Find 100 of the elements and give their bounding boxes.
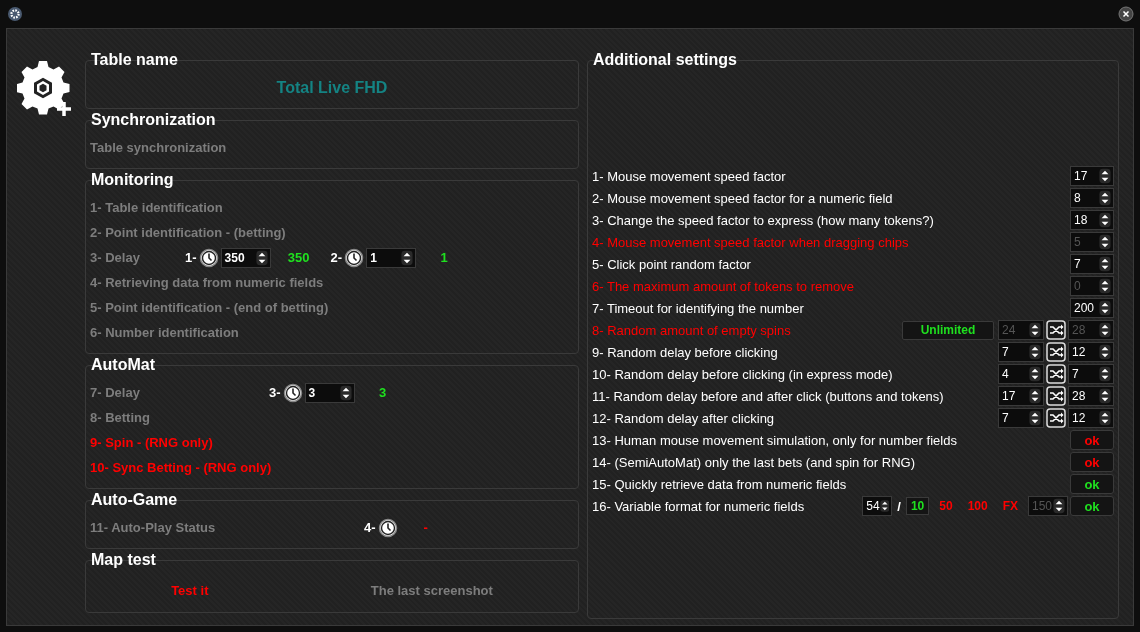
option-label: 9- Spin - (RNG only) xyxy=(90,435,214,450)
option-label: 11- Auto-Play Status xyxy=(90,520,217,535)
option-label: 10- Sync Betting - (RNG only) xyxy=(90,460,272,475)
spin-arrows-icon[interactable] xyxy=(1099,366,1111,382)
format-option[interactable]: 10 xyxy=(905,497,930,515)
option-label: 4- Retrieving data from numeric fields xyxy=(90,275,324,290)
setting-label: 3- Change the speed factor to express (how many tokens?) xyxy=(592,212,935,228)
delay-spinner[interactable]: 350 xyxy=(220,247,271,268)
setting-label: 7- Timeout for identifying the number xyxy=(592,300,805,316)
number-spinner[interactable]: 12 xyxy=(1068,342,1114,362)
number-spinner[interactable]: 17 xyxy=(998,386,1044,406)
number-spinner[interactable]: 7 xyxy=(1070,254,1114,274)
group-title: AutoMat xyxy=(91,356,155,374)
shuffle-icon[interactable] xyxy=(1046,342,1066,362)
format-option[interactable]: 100 xyxy=(962,497,993,515)
spin-arrows-icon[interactable] xyxy=(879,498,890,514)
delay-reading: - xyxy=(422,520,429,535)
number-spinner[interactable]: 54 xyxy=(862,496,893,516)
ok-button[interactable]: ok xyxy=(1070,496,1114,516)
setting-label: 16- Variable format for numeric fields xyxy=(592,498,806,514)
spin-arrows-icon[interactable] xyxy=(339,384,352,401)
shuffle-icon[interactable] xyxy=(1046,364,1066,384)
option-label: 5- Point identification - (end of betting) xyxy=(90,300,329,315)
timer-number: 1- xyxy=(185,250,197,265)
delay-spinner[interactable]: 1 xyxy=(366,247,417,268)
spin-arrows-icon[interactable] xyxy=(1099,300,1111,316)
spin-arrows-icon[interactable] xyxy=(1099,190,1111,206)
setting-label: 2- Mouse movement speed factor for a numeric field xyxy=(592,190,894,206)
number-spinner[interactable]: 18 xyxy=(1070,210,1114,230)
number-spinner[interactable]: 200 xyxy=(1070,298,1114,318)
clock-icon xyxy=(344,247,365,268)
spin-arrows-icon[interactable] xyxy=(1099,168,1111,184)
group-title: Auto-Game xyxy=(91,491,178,509)
setting-label: 1- Mouse movement speed factor xyxy=(592,168,787,184)
spin-arrows-icon[interactable] xyxy=(401,249,414,266)
shuffle-icon[interactable] xyxy=(1046,386,1066,406)
timer-number: 2- xyxy=(330,250,343,265)
spin-arrows-icon[interactable] xyxy=(1099,256,1111,272)
spin-arrows-icon[interactable] xyxy=(1099,410,1111,426)
setting-label: 14- (SemiAutoMat) only the last bets (and spin for RNG) xyxy=(592,454,916,470)
ok-button[interactable]: ok xyxy=(1070,452,1114,472)
ok-button[interactable]: ok xyxy=(1070,474,1114,494)
setting-label: 10- Random delay before clicking (in express mode) xyxy=(592,366,894,382)
setting-label: 13- Human mouse movement simulation, only for number fields xyxy=(592,432,958,448)
setting-label: 11- Random delay before and after click (buttons and tokens) xyxy=(592,388,945,404)
spin-arrows-icon[interactable] xyxy=(1099,388,1111,404)
delay-reading: 1 xyxy=(439,250,449,265)
close-icon[interactable] xyxy=(1118,6,1134,22)
option-label: 2- Point identification - (betting) xyxy=(90,225,286,240)
table-name-text: Total Live FHD xyxy=(276,78,388,97)
separator-text: / xyxy=(897,498,901,514)
option-label: 1- Table identification xyxy=(90,200,223,215)
number-spinner[interactable]: 28 xyxy=(1068,386,1114,406)
spin-arrows-icon[interactable] xyxy=(1029,366,1041,382)
number-spinner[interactable]: 7 xyxy=(1068,364,1114,384)
setting-label: 5- Click point random factor xyxy=(592,256,752,272)
clock-icon xyxy=(282,382,303,403)
group-title: Map test xyxy=(91,551,156,569)
group-title: Additional settings xyxy=(593,51,737,69)
number-spinner[interactable]: 12 xyxy=(1068,408,1114,428)
spin-arrows-icon[interactable] xyxy=(1029,388,1041,404)
format-option[interactable]: FX xyxy=(997,497,1023,515)
setting-label: 12- Random delay after clicking xyxy=(592,410,776,426)
number-spinner[interactable]: 4 xyxy=(998,364,1044,384)
option-label: Table synchronization xyxy=(90,140,227,155)
spin-arrows-icon[interactable] xyxy=(1029,410,1041,426)
timer-number: 4- xyxy=(364,520,376,535)
setting-label: 15- Quickly retrieve data from numeric fields xyxy=(592,476,848,492)
spin-arrows-icon[interactable] xyxy=(1029,344,1041,360)
number-spinner[interactable]: 8 xyxy=(1070,188,1114,208)
option-label: 8- Betting xyxy=(90,410,151,425)
setting-label: 4- Mouse movement speed factor when dragging chips xyxy=(592,234,910,250)
option-label: 6- Number identification xyxy=(90,325,239,340)
delay-spinner[interactable]: 3 xyxy=(304,382,355,403)
spin-arrows-icon[interactable] xyxy=(1099,212,1111,228)
setting-label: 6- The maximum amount of tokens to remove xyxy=(592,278,856,294)
option-label: 3- Delay xyxy=(90,250,141,265)
timer-number: 3- xyxy=(269,385,281,400)
number-spinner[interactable]: 17 xyxy=(1070,166,1114,186)
number-spinner[interactable]: 7 xyxy=(998,342,1044,362)
group-title: Synchronization xyxy=(91,111,216,129)
shuffle-icon[interactable] xyxy=(1046,320,1066,340)
clock-icon xyxy=(377,517,398,538)
delay-reading: 3 xyxy=(377,385,388,400)
number-spinner[interactable]: 7 xyxy=(998,408,1044,428)
option-label: 7- Delay xyxy=(90,385,141,400)
map-test-link[interactable]: Test it xyxy=(171,583,209,598)
ok-button[interactable]: ok xyxy=(1070,430,1114,450)
format-option[interactable]: 50 xyxy=(934,497,958,515)
setting-label: 8- Random amount of empty spins xyxy=(592,322,792,338)
spin-arrows-icon[interactable] xyxy=(1099,344,1111,360)
spin-arrows-icon[interactable] xyxy=(255,249,268,266)
delay-reading: 350 xyxy=(286,250,311,265)
shuffle-icon[interactable] xyxy=(1046,408,1066,428)
group-title: Table name xyxy=(91,51,178,69)
group-title: Monitoring xyxy=(91,171,174,189)
clock-icon xyxy=(198,247,219,268)
settings-icon xyxy=(8,7,22,21)
map-test-link[interactable]: The last screenshot xyxy=(370,583,493,598)
setting-label: 9- Random delay before clicking xyxy=(592,344,779,360)
